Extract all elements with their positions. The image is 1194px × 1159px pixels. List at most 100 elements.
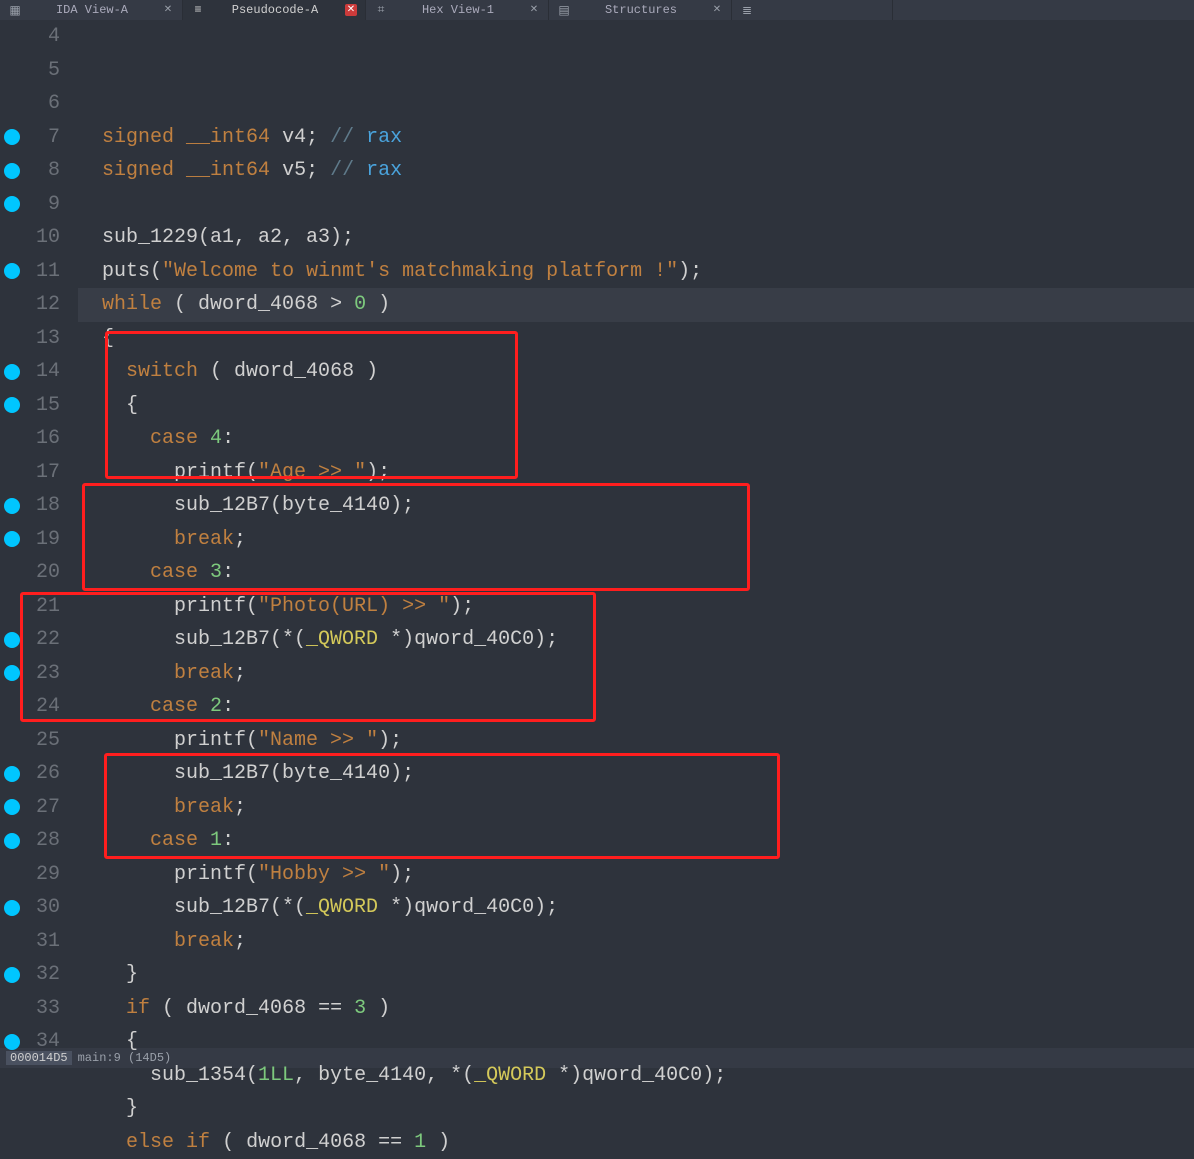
line-number[interactable]: 5 — [0, 54, 60, 88]
token: rax — [366, 126, 402, 149]
line-number[interactable]: 21 — [0, 590, 60, 624]
breakpoint-dot[interactable] — [4, 967, 20, 983]
code-line[interactable]: sub_1229(a1, a2, a3); — [78, 221, 1194, 255]
tab-pseudocode-a[interactable]: ≡Pseudocode-A✕ — [183, 0, 366, 20]
line-number[interactable]: 33 — [0, 992, 60, 1026]
breakpoint-dot[interactable] — [4, 665, 20, 681]
breakpoint-dot[interactable] — [4, 632, 20, 648]
line-number[interactable]: 34 — [0, 1025, 60, 1059]
code-line[interactable]: sub_12B7(*(_QWORD *)qword_40C0); — [78, 623, 1194, 657]
code-line[interactable]: sub_12B7(byte_4140); — [78, 757, 1194, 791]
code-line[interactable]: sub_12B7(*(_QWORD *)qword_40C0); — [78, 891, 1194, 925]
token: ( — [270, 762, 282, 785]
code-line[interactable]: else if ( dword_4068 == 1 ) — [78, 1126, 1194, 1159]
code-line[interactable]: signed __int64 v4; // rax — [78, 121, 1194, 155]
code-line[interactable]: printf("Photo(URL) >> "); — [78, 590, 1194, 624]
code-line[interactable]: break; — [78, 523, 1194, 557]
line-number[interactable]: 24 — [0, 690, 60, 724]
line-number[interactable]: 6 — [0, 87, 60, 121]
breakpoint-dot[interactable] — [4, 397, 20, 413]
line-number[interactable]: 19 — [0, 523, 60, 557]
code-line[interactable]: case 4: — [78, 422, 1194, 456]
line-number[interactable]: 32 — [0, 958, 60, 992]
tab-structures[interactable]: ▤Structures✕ — [549, 0, 732, 20]
line-number[interactable]: 11 — [0, 255, 60, 289]
token: ( — [198, 360, 234, 383]
code-line[interactable]: while ( dword_4068 > 0 ) — [78, 288, 1194, 322]
token — [78, 461, 174, 484]
view-icon: ▦ — [8, 3, 22, 17]
code-line[interactable]: if ( dword_4068 == 3 ) — [78, 992, 1194, 1026]
code-line[interactable]: printf("Name >> "); — [78, 724, 1194, 758]
line-number[interactable]: 15 — [0, 389, 60, 423]
tab-hex-view-1[interactable]: ⌗Hex View-1✕ — [366, 0, 549, 20]
code-line[interactable]: break; — [78, 791, 1194, 825]
token: sub_12B7 — [174, 896, 270, 919]
line-number[interactable]: 9 — [0, 188, 60, 222]
breakpoint-dot[interactable] — [4, 129, 20, 145]
code-line[interactable]: case 2: — [78, 690, 1194, 724]
code-area[interactable]: signed __int64 v4; // rax signed __int64… — [70, 20, 1194, 1048]
line-number[interactable]: 14 — [0, 355, 60, 389]
token — [354, 159, 366, 182]
code-line[interactable]: break; — [78, 657, 1194, 691]
code-line[interactable]: switch ( dword_4068 ) — [78, 355, 1194, 389]
line-number[interactable]: 7 — [0, 121, 60, 155]
code-line[interactable]: { — [78, 322, 1194, 356]
code-line[interactable]: sub_1354(1LL, byte_4140, *(_QWORD *)qwor… — [78, 1059, 1194, 1093]
line-number[interactable]: 16 — [0, 422, 60, 456]
breakpoint-dot[interactable] — [4, 364, 20, 380]
line-number[interactable]: 18 — [0, 489, 60, 523]
breakpoint-dot[interactable] — [4, 799, 20, 815]
line-number[interactable]: 23 — [0, 657, 60, 691]
breakpoint-dot[interactable] — [4, 833, 20, 849]
line-number[interactable]: 26 — [0, 757, 60, 791]
line-number[interactable]: 30 — [0, 891, 60, 925]
close-icon[interactable]: ✕ — [711, 4, 723, 16]
code-line[interactable]: case 1: — [78, 824, 1194, 858]
code-line[interactable]: { — [78, 1025, 1194, 1059]
line-number[interactable]: 31 — [0, 925, 60, 959]
line-number[interactable]: 17 — [0, 456, 60, 490]
line-number[interactable]: 22 — [0, 623, 60, 657]
token: sub_12B7 — [174, 628, 270, 651]
code-line[interactable]: { — [78, 389, 1194, 423]
line-number[interactable]: 29 — [0, 858, 60, 892]
line-number[interactable]: 13 — [0, 322, 60, 356]
line-number[interactable]: 10 — [0, 221, 60, 255]
tab-label: Pseudocode-A — [215, 3, 335, 17]
line-number[interactable]: 8 — [0, 154, 60, 188]
line-number[interactable]: 12 — [0, 288, 60, 322]
code-line[interactable]: printf("Age >> "); — [78, 456, 1194, 490]
line-number[interactable]: 20 — [0, 556, 60, 590]
code-line[interactable]: } — [78, 958, 1194, 992]
close-icon[interactable]: ✕ — [528, 4, 540, 16]
code-line[interactable]: printf("Hobby >> "); — [78, 858, 1194, 892]
line-number[interactable]: 28 — [0, 824, 60, 858]
line-number[interactable]: 27 — [0, 791, 60, 825]
breakpoint-dot[interactable] — [4, 498, 20, 514]
code-line[interactable]: puts("Welcome to winmt's matchmaking pla… — [78, 255, 1194, 289]
line-number[interactable]: 25 — [0, 724, 60, 758]
breakpoint-dot[interactable] — [4, 531, 20, 547]
tab-extra[interactable]: ≣ — [732, 0, 893, 20]
code-line[interactable] — [78, 188, 1194, 222]
token: 2 — [210, 695, 222, 718]
tab-ida-view-a[interactable]: ▦IDA View-A✕ — [0, 0, 183, 20]
breakpoint-dot[interactable] — [4, 1034, 20, 1050]
breakpoint-dot[interactable] — [4, 196, 20, 212]
token — [198, 695, 210, 718]
breakpoint-dot[interactable] — [4, 766, 20, 782]
breakpoint-dot[interactable] — [4, 900, 20, 916]
close-icon[interactable]: ✕ — [345, 4, 357, 16]
code-line[interactable]: case 3: — [78, 556, 1194, 590]
breakpoint-dot[interactable] — [4, 163, 20, 179]
close-icon[interactable]: ✕ — [162, 4, 174, 16]
line-number[interactable]: 4 — [0, 20, 60, 54]
code-line[interactable]: break; — [78, 925, 1194, 959]
token — [78, 1064, 150, 1087]
breakpoint-dot[interactable] — [4, 263, 20, 279]
code-line[interactable]: sub_12B7(byte_4140); — [78, 489, 1194, 523]
code-line[interactable]: signed __int64 v5; // rax — [78, 154, 1194, 188]
code-line[interactable]: } — [78, 1092, 1194, 1126]
